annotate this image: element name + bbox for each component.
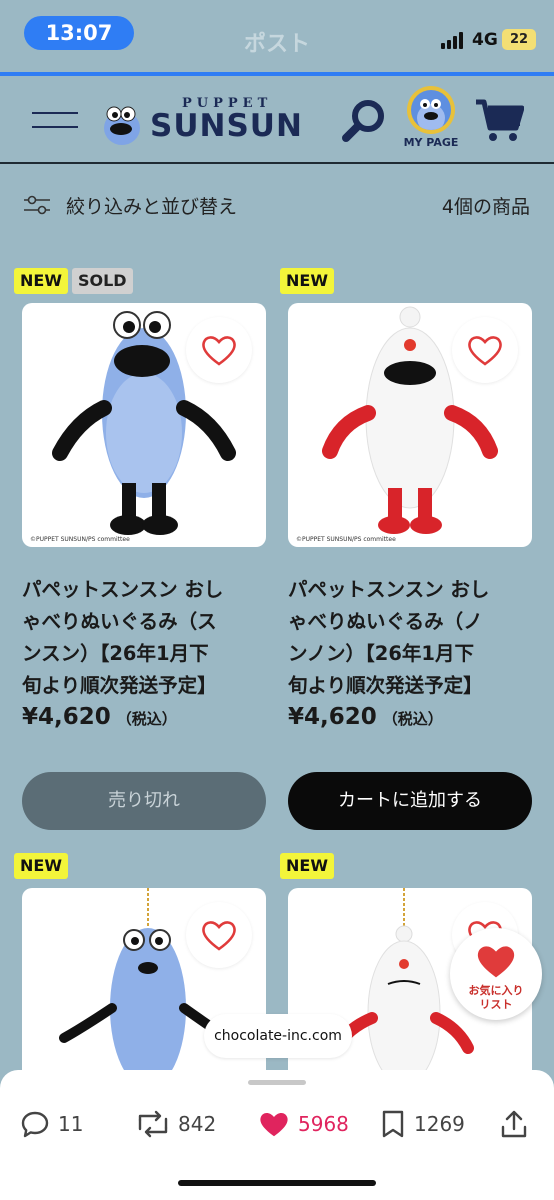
new-badge: NEW xyxy=(280,853,334,879)
image-copyright: ©PUPPET SUNSUN/PS committee xyxy=(296,536,396,543)
filter-icon[interactable] xyxy=(24,194,50,216)
share-icon xyxy=(501,1110,527,1138)
mypage-avatar xyxy=(407,86,455,134)
favorite-button[interactable] xyxy=(452,317,518,383)
title-line: 旬より順次発送予定】 xyxy=(288,674,483,697)
image-copyright: ©PUPPET SUNSUN/PS committee xyxy=(30,536,130,543)
favorites-list-button[interactable]: お気に入り リスト xyxy=(450,928,542,1020)
network-type: 4G xyxy=(472,30,498,50)
favorites-label-line: リスト xyxy=(479,998,513,1011)
product-price: ¥4,620 （税込） xyxy=(22,704,177,730)
site-logo[interactable]: PUPPET SUNSUN xyxy=(100,96,320,148)
tax-label: （税込） xyxy=(116,710,177,728)
page-title: ポスト xyxy=(243,32,310,57)
price-value: ¥4,620 xyxy=(288,704,377,730)
new-badge: NEW xyxy=(280,268,334,294)
share-button[interactable] xyxy=(500,1104,528,1144)
product-badges: NEW xyxy=(14,853,68,879)
title-line: ゃべりぬいぐるみ（ノ xyxy=(288,610,483,633)
sheet-grabber[interactable] xyxy=(248,1080,306,1085)
heart-filled-icon xyxy=(260,1113,288,1137)
filter-sort-button[interactable]: 絞り込みと並び替え xyxy=(66,192,237,219)
status-bar: 13:07 ポスト 4G 22 xyxy=(0,0,554,74)
reply-button[interactable]: 11 xyxy=(20,1104,83,1144)
reply-count: 11 xyxy=(58,1112,84,1136)
like-count: 5968 xyxy=(298,1112,349,1136)
home-indicator[interactable] xyxy=(178,1180,376,1186)
heart-outline-icon xyxy=(468,336,502,366)
post-actions: 11 842 5968 1269 xyxy=(0,1104,554,1144)
product-price: ¥4,620 （税込） xyxy=(288,704,443,730)
menu-icon[interactable] xyxy=(32,112,78,128)
product-badges: NEW SOLD xyxy=(14,268,133,294)
search-icon[interactable] xyxy=(340,96,388,144)
filter-sort-bar: 絞り込みと並び替え 4個の商品 xyxy=(24,186,530,226)
title-line: ンスン）【26年1月下 xyxy=(22,642,209,665)
bookmark-button[interactable]: 1269 xyxy=(380,1104,465,1144)
product-image[interactable]: ©PUPPET SUNSUN/PS committee xyxy=(288,303,532,547)
like-button[interactable]: 5968 xyxy=(258,1104,349,1144)
title-line: パペットスンスン おし xyxy=(22,578,224,601)
bookmark-icon xyxy=(382,1110,404,1138)
tax-label: （税込） xyxy=(382,710,443,728)
sold-out-button[interactable]: 売り切れ xyxy=(22,772,266,830)
title-line: ゃべりぬいぐるみ（ス xyxy=(22,610,217,633)
product-count: 4個の商品 xyxy=(441,196,530,218)
add-to-cart-button[interactable]: カートに追加する xyxy=(288,772,532,830)
avatar-puppet-icon xyxy=(417,99,445,130)
new-badge: NEW xyxy=(14,268,68,294)
product-badges: NEW xyxy=(280,268,334,294)
new-badge: NEW xyxy=(14,853,68,879)
product-title[interactable]: パペットスンスン おし ゃべりぬいぐるみ（ノ ンノン）【26年1月下 旬より順次… xyxy=(288,574,538,702)
url-pill[interactable]: chocolate-inc.com xyxy=(204,1014,352,1058)
logo-puppet-icon xyxy=(104,106,140,145)
repost-button[interactable]: 842 xyxy=(136,1104,216,1144)
repost-count: 842 xyxy=(178,1112,217,1136)
title-line: 旬より順次発送予定】 xyxy=(22,674,217,697)
repost-icon xyxy=(138,1110,168,1138)
favorite-button[interactable] xyxy=(186,317,252,383)
cart-icon[interactable] xyxy=(474,96,524,144)
product-title[interactable]: パペットスンスン おし ゃべりぬいぐるみ（ス ンスン）【26年1月下 旬より順次… xyxy=(22,574,272,702)
signal-icon xyxy=(441,32,465,49)
product-badges: NEW xyxy=(280,853,334,879)
title-line: ンノン）【26年1月下 xyxy=(288,642,474,665)
bookmark-count: 1269 xyxy=(414,1112,465,1136)
product-image[interactable]: ©PUPPET SUNSUN/PS committee xyxy=(22,303,266,547)
favorites-label-line: お気に入り xyxy=(468,984,524,997)
title-line: パペットスンスン おし xyxy=(288,578,490,601)
heart-outline-icon xyxy=(202,336,236,366)
battery-icon: 22 xyxy=(502,29,536,50)
mypage-label: MY PAGE xyxy=(403,136,459,149)
reply-icon xyxy=(21,1111,49,1138)
mypage-button[interactable]: MY PAGE xyxy=(400,86,466,154)
heart-filled-icon xyxy=(477,946,515,978)
heart-outline-icon xyxy=(202,921,236,951)
favorite-button[interactable] xyxy=(186,902,252,968)
favorites-list-label: お気に入り リスト xyxy=(450,984,542,1012)
price-value: ¥4,620 xyxy=(22,704,111,730)
site-header: PUPPET SUNSUN MY PAGE xyxy=(0,76,554,164)
logo-main-text: SUNSUN xyxy=(150,108,303,144)
sold-badge: SOLD xyxy=(71,268,133,294)
